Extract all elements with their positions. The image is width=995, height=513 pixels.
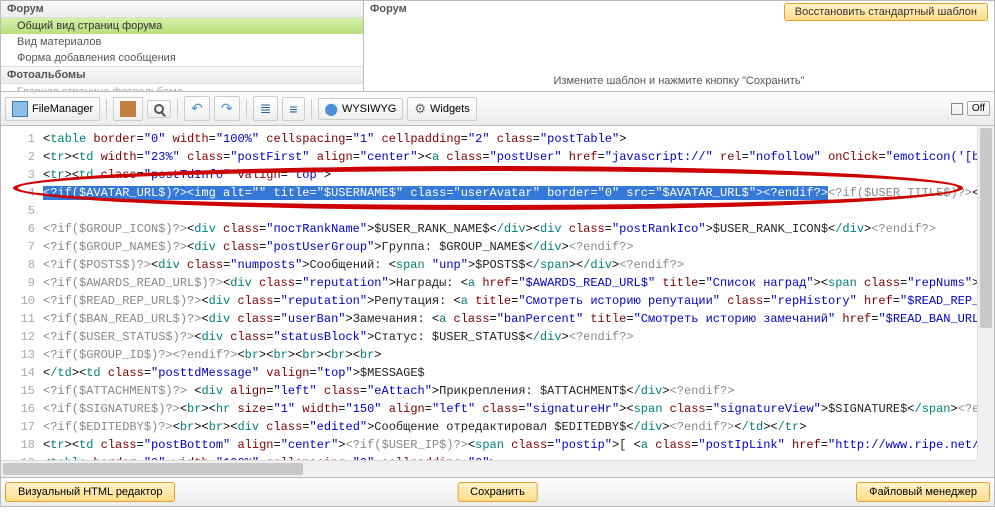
tree-item-materials[interactable]: Вид материалов: [1, 34, 363, 50]
scrollbar-corner: [977, 460, 994, 477]
undo-button[interactable]: [184, 96, 210, 121]
filemanager-label: FileManager: [32, 103, 93, 115]
tree-item-photo-main[interactable]: Главная страница фотоальбома: [1, 84, 363, 91]
ordered-list-button[interactable]: [253, 96, 279, 121]
redo-icon: [221, 100, 233, 117]
template-tree: Форум Общий вид страниц форума Вид матер…: [1, 1, 364, 91]
tree-section-forum[interactable]: Форум: [1, 1, 363, 18]
tree-item-forum-pages[interactable]: Общий вид страниц форума: [1, 18, 363, 34]
hint-text: Измените шаблон и нажмите кнопку "Сохран…: [554, 75, 805, 87]
vertical-scrollbar[interactable]: [977, 126, 994, 460]
file-manager-button[interactable]: Файловый менеджер: [856, 482, 990, 502]
redo-button[interactable]: [214, 96, 240, 121]
visual-editor-button[interactable]: Визуальный HTML редактор: [5, 482, 175, 502]
gear-icon: [414, 101, 426, 117]
code-area[interactable]: <table border="0" width="100%" cellspaci…: [41, 126, 994, 477]
search-icon: [154, 104, 164, 114]
drive-icon: [12, 101, 28, 117]
wysiwyg-label: WYSIWYG: [342, 103, 396, 115]
off-toggle[interactable]: Off: [967, 101, 990, 116]
binoculars-icon: [120, 101, 136, 117]
filemanager-button[interactable]: FileManager: [5, 97, 100, 121]
line-gutter: 123456789101112131415161718192021: [1, 126, 41, 477]
unordered-list-button[interactable]: [282, 97, 304, 121]
wysiwyg-button[interactable]: WYSIWYG: [318, 98, 404, 120]
right-panel: Форум Восстановить стандартный шаблон Из…: [364, 1, 994, 91]
tree-item-add-form[interactable]: Форма добавления сообщения: [1, 50, 363, 66]
undo-icon: [191, 100, 203, 117]
code-editor[interactable]: 123456789101112131415161718192021 <table…: [0, 126, 995, 478]
globe-icon: [325, 102, 338, 116]
tree-section-photo[interactable]: Фотоальбомы: [1, 66, 363, 84]
find-button[interactable]: [113, 97, 143, 121]
bottom-bar: Визуальный HTML редактор Сохранить Файло…: [0, 478, 995, 507]
widgets-button[interactable]: Widgets: [407, 97, 476, 121]
horizontal-scrollbar[interactable]: [1, 460, 977, 477]
toggle-square-icon[interactable]: [951, 103, 963, 115]
restore-default-button[interactable]: Восстановить стандартный шаблон: [784, 3, 988, 21]
editor-toolbar: FileManager WYSIWYG Widgets Off: [0, 92, 995, 126]
save-button[interactable]: Сохранить: [457, 482, 538, 502]
widgets-label: Widgets: [430, 103, 470, 115]
search-button[interactable]: [147, 100, 171, 118]
ordered-list-icon: [260, 100, 272, 117]
unordered-list-icon: [289, 101, 297, 117]
